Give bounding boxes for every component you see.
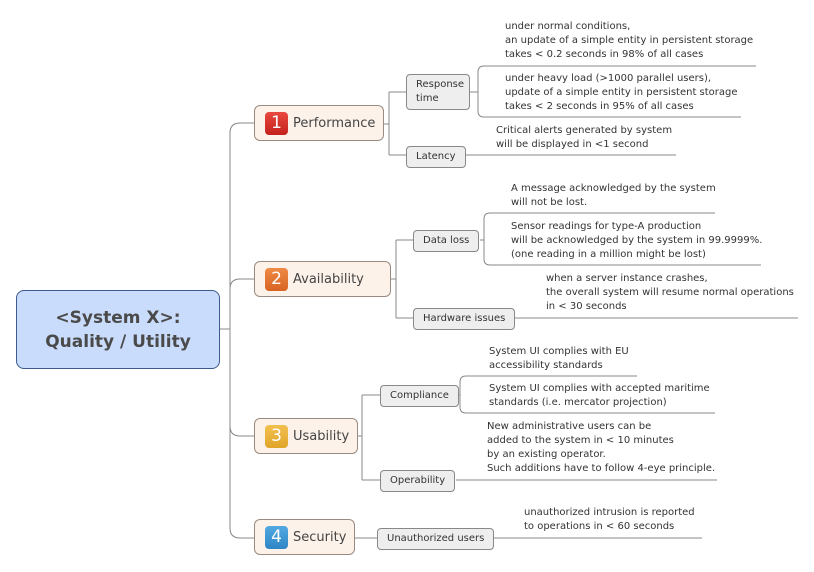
subtopic-label: time — [416, 93, 439, 104]
connector-usability-children — [358, 394, 380, 481]
leaf-line: takes < 2 seconds in 95% of all cases — [505, 101, 694, 112]
subtopic-hardware-issues[interactable]: Hardware issues — [413, 308, 516, 330]
leaf-line: the overall system will resume normal op… — [546, 287, 794, 298]
leaf-server-crash[interactable]: when a server instance crashes, the over… — [546, 272, 794, 314]
subtopic-unauthorized-users[interactable]: Unauthorized users — [377, 528, 495, 550]
leaf-line: will be displayed in <1 second — [496, 139, 649, 150]
leaf-message-acknowledged[interactable]: A message acknowledged by the system wil… — [511, 182, 716, 210]
topic-security[interactable]: 4 Security — [254, 519, 355, 555]
topic-label: Security — [293, 529, 347, 545]
leaf-line: Sensor readings for type-A production — [511, 221, 702, 232]
subtopic-label: Operability — [390, 475, 446, 486]
leaf-line: System UI complies with accepted maritim… — [489, 383, 710, 394]
leaf-line: when a server instance crashes, — [546, 273, 708, 284]
leaf-heavy-load[interactable]: under heavy load (>1000 parallel users),… — [505, 72, 738, 114]
leaf-line: will not be lost. — [511, 197, 588, 208]
leaf-line: accessibility standards — [489, 360, 603, 371]
leaf-line: A message acknowledged by the system — [511, 183, 716, 194]
topic-label: Usability — [293, 428, 350, 444]
leaf-line: will be acknowledged by the system in 99… — [511, 235, 763, 246]
leaf-admin-users[interactable]: New administrative users can be added to… — [487, 420, 715, 476]
leaf-line: under heavy load (>1000 parallel users), — [505, 73, 712, 84]
subtopic-label: Unauthorized users — [387, 533, 485, 544]
leaf-line: added to the system in < 10 minutes — [487, 435, 674, 446]
leaf-line: to operations in < 60 seconds — [524, 521, 675, 532]
leaf-line: standards (i.e. mercator projection) — [489, 397, 667, 408]
leaf-line: System UI complies with EU — [489, 346, 629, 357]
connector-availability-children — [391, 239, 413, 319]
priority-1-icon: 1 — [265, 111, 288, 135]
connector-performance-children — [384, 91, 406, 156]
topic-label: Availability — [293, 271, 364, 287]
leaf-critical-alerts[interactable]: Critical alerts generated by system will… — [496, 124, 672, 152]
subtopic-label: Latency — [416, 151, 456, 162]
leaf-line: takes < 0.2 seconds in 98% of all cases — [505, 49, 704, 60]
priority-4-icon: 4 — [265, 525, 288, 549]
subtopic-compliance[interactable]: Compliance — [380, 385, 459, 407]
leaf-line: in < 30 seconds — [546, 301, 627, 312]
leaf-normal-conditions[interactable]: under normal conditions, an update of a … — [505, 20, 753, 62]
subtopic-label: Data loss — [423, 235, 470, 246]
subtopic-response-time[interactable]: Response time — [406, 74, 470, 110]
subtopic-operability[interactable]: Operability — [380, 470, 456, 492]
subtopic-label: Compliance — [390, 390, 449, 401]
connector-usability — [229, 425, 241, 437]
connector-availability — [229, 278, 241, 290]
leaf-line: update of a simple entity in persistent … — [505, 87, 738, 98]
subtopic-label: Response — [416, 79, 465, 90]
leaf-line: under normal conditions, — [505, 21, 631, 32]
leaf-maritime-standards[interactable]: System UI complies with accepted maritim… — [489, 382, 710, 410]
mind-map-canvas: <System X>: Quality / Utility 1 Performa… — [0, 0, 814, 572]
topic-availability[interactable]: 2 Availability — [254, 261, 391, 297]
topic-label: Performance — [293, 115, 376, 131]
leaf-eu-accessibility[interactable]: System UI complies with EU accessibility… — [489, 345, 629, 373]
subtopic-latency[interactable]: Latency — [406, 146, 466, 168]
subtopic-data-loss[interactable]: Data loss — [413, 230, 480, 252]
leaf-line: (one reading in a million might be lost) — [511, 249, 706, 260]
subtopic-label: Hardware issues — [423, 313, 506, 324]
leaf-line: by an existing operator. — [487, 449, 606, 460]
leaf-line: an update of a simple entity in persiste… — [505, 35, 754, 46]
connector-trunk — [229, 122, 241, 539]
priority-2-icon: 2 — [265, 267, 288, 291]
leaf-line: Such additions have to follow 4-eye prin… — [487, 463, 716, 474]
leaf-sensor-readings[interactable]: Sensor readings for type-A production wi… — [511, 220, 762, 262]
root-title-line2: Quality / Utility — [45, 331, 191, 352]
leaf-line: New administrative users can be — [487, 421, 652, 432]
topic-performance[interactable]: 1 Performance — [254, 105, 384, 141]
leaf-line: unauthorized intrusion is reported — [524, 507, 695, 518]
leaf-line: Critical alerts generated by system — [496, 125, 673, 136]
topic-usability[interactable]: 3 Usability — [254, 418, 358, 454]
root-title-line1: <System X>: — [55, 307, 181, 328]
root-node[interactable]: <System X>: Quality / Utility — [16, 290, 220, 369]
leaf-intrusion-reported[interactable]: unauthorized intrusion is reported to op… — [524, 506, 695, 534]
priority-3-icon: 3 — [265, 424, 288, 448]
